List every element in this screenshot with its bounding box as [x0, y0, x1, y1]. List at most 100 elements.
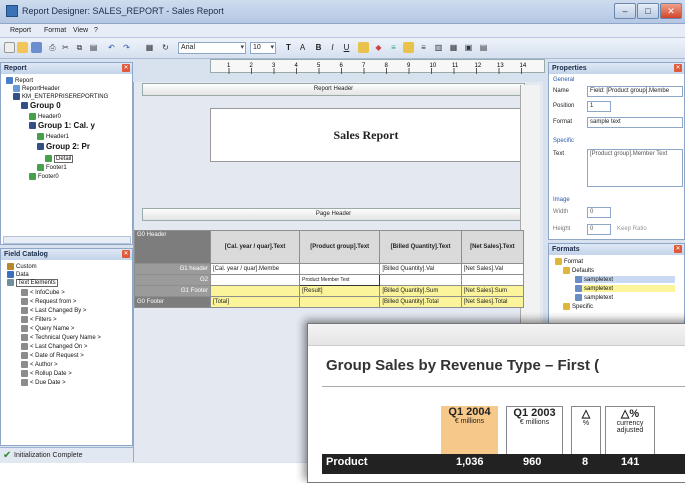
cell-g2-col3[interactable] [379, 274, 462, 286]
fill-color-icon[interactable] [358, 42, 369, 53]
col-header-product-group[interactable]: [Product group].Text [299, 230, 381, 264]
cell-total-empty[interactable] [299, 296, 381, 308]
col-header-billed-quantity[interactable]: [Billed Quantity].Text [379, 230, 462, 264]
field-catalog-close-icon[interactable]: ✕ [122, 250, 130, 258]
tree-item-reportheader[interactable]: ReportHeader [13, 85, 60, 92]
cell-billed-total[interactable]: [Billed Quantity].Total [379, 296, 462, 308]
catalog-item-last-changed-on[interactable]: < Last Changed On > [21, 343, 87, 350]
cell-net-total[interactable]: [Net Sales].Total [460, 296, 525, 308]
tree-item-group0[interactable]: Group 0 [21, 101, 61, 110]
catalog-item-date-of-request[interactable]: < Date of Request > [21, 352, 84, 359]
menu-view[interactable]: View [73, 27, 88, 34]
report-title-field[interactable]: Sales Report [210, 108, 522, 162]
cell-g2-col4[interactable] [460, 274, 525, 286]
copy-icon[interactable]: ⧉ [74, 42, 85, 53]
redo-icon[interactable]: ↷ [121, 42, 132, 53]
tree-item-footer0[interactable]: Footer0 [29, 173, 59, 180]
catalog-item-due-date[interactable]: < Due Date > [21, 379, 66, 386]
formats-close-icon[interactable]: ✕ [674, 245, 682, 253]
formats-item-specific[interactable]: Specific [563, 303, 593, 310]
catalog-item-technical-query-name[interactable]: < Technical Query Name > [21, 334, 101, 341]
catalog-item-filters[interactable]: < Filters > [21, 316, 57, 323]
tree-item-report[interactable]: Report [6, 77, 33, 84]
bold-icon[interactable]: B [313, 42, 324, 53]
cell-g2-col1[interactable] [209, 274, 301, 286]
report-panel-scrollbar[interactable] [3, 236, 131, 244]
chart-icon[interactable]: ▥ [433, 42, 444, 53]
formats-item-sampletext-3[interactable]: sampletext [575, 294, 613, 301]
menu-report[interactable]: Report [10, 27, 31, 34]
open-icon[interactable] [17, 42, 28, 53]
cell-cal-year-member[interactable]: [Cal. year / quar].Membe [209, 263, 301, 275]
format-icon[interactable]: ▤ [478, 42, 489, 53]
cell-net-sum[interactable]: [Net Sales].Sum [460, 285, 525, 297]
border-icon[interactable]: ◆ [373, 42, 384, 53]
save-icon[interactable] [31, 42, 42, 53]
cell-net-val[interactable]: [Net Sales].Val [460, 263, 525, 275]
catalog-item-rollup-date[interactable]: < Rollup Date > [21, 370, 72, 377]
font-combo[interactable]: Arial [178, 42, 246, 54]
minimize-button[interactable]: – [614, 3, 636, 19]
maximize-button[interactable]: □ [637, 3, 659, 19]
cell-product-empty[interactable] [299, 263, 381, 275]
formats-item-defaults[interactable]: Defaults [563, 267, 594, 274]
cell-billed-sum[interactable]: [Billed Quantity].Sum [379, 285, 462, 297]
catalog-item-request-from[interactable]: < Request from > [21, 298, 76, 305]
col-header-net-sales[interactable]: [Net Sales].Text [460, 230, 525, 264]
font-size-combo[interactable]: 10 [250, 42, 276, 54]
italic-icon[interactable]: I [327, 42, 338, 53]
col-header-cal-year[interactable]: [Cal. year / quar].Text [209, 230, 301, 264]
tree-item-footer1[interactable]: Footer1 [37, 164, 67, 171]
height-field[interactable]: 0 [587, 224, 611, 235]
catalog-item-query-name[interactable]: < Query Name > [21, 325, 74, 332]
cell-footer-col1[interactable] [209, 285, 301, 297]
table-icon[interactable]: ▦ [448, 42, 459, 53]
keep-ratio-checkbox[interactable]: Keep Ratio [617, 226, 647, 232]
catalog-item-author[interactable]: < Author > [21, 361, 58, 368]
catalog-item-text-elements[interactable]: Text Elements [7, 279, 58, 288]
close-button[interactable]: ✕ [660, 3, 682, 19]
highlight-icon[interactable] [403, 42, 414, 53]
catalog-item-data[interactable]: Data [7, 271, 29, 278]
print-icon[interactable]: ⎙ [47, 42, 58, 53]
undo-icon[interactable]: ↶ [106, 42, 117, 53]
cut-icon[interactable]: ✂ [60, 42, 71, 53]
properties-close-icon[interactable]: ✕ [674, 64, 682, 72]
formats-item-sampletext-1[interactable]: sampletext [575, 276, 675, 284]
report-header-band[interactable]: Report Header [142, 83, 525, 96]
position-stepper[interactable]: 1 [587, 101, 611, 112]
align-left-icon[interactable]: ≡ [388, 42, 399, 53]
page-header-band[interactable]: Page Header [142, 208, 525, 221]
report-panel-close-icon[interactable]: ✕ [122, 64, 130, 72]
width-field[interactable]: 0 [587, 207, 611, 218]
tree-item-detail[interactable]: Detail [45, 155, 74, 164]
underline-icon[interactable]: U [341, 42, 352, 53]
font-grow-icon[interactable]: T [283, 42, 294, 53]
catalog-item-last-changed-by[interactable]: < Last Changed By > [21, 307, 86, 314]
name-field[interactable]: Field: [Product group].Membe [587, 86, 683, 97]
font-shrink-icon[interactable]: A [297, 42, 308, 53]
cell-result[interactable]: [Result] [299, 285, 381, 297]
menu-format[interactable]: Format [44, 27, 66, 34]
image-icon[interactable]: ▣ [463, 42, 474, 53]
tree-item-group1[interactable]: Group 1: Cal. y [29, 121, 95, 130]
cell-product-member-text[interactable]: Product Member Text [299, 274, 381, 286]
formats-item-format[interactable]: Format [555, 258, 583, 265]
menu-help[interactable]: ? [94, 27, 98, 34]
catalog-item-infocube[interactable]: < InfoCube > [21, 289, 65, 296]
cell-total[interactable]: [Total] [209, 296, 301, 308]
tree-item-query[interactable]: KM_ENTERPRISEREPORTING [13, 93, 108, 100]
grid-icon[interactable]: ▦ [144, 42, 155, 53]
tree-item-group2[interactable]: Group 2: Pr [37, 142, 90, 151]
text-field[interactable]: [Product group].Member Text [587, 149, 683, 187]
format-select[interactable]: sample text [587, 117, 683, 128]
align-center-icon[interactable]: ≡ [418, 42, 429, 53]
catalog-item-custom[interactable]: Custom [7, 263, 37, 270]
new-icon[interactable] [4, 42, 15, 53]
tree-item-header1[interactable]: Header1 [37, 133, 69, 140]
formats-item-sampletext-2[interactable]: sampletext [575, 285, 675, 293]
paste-icon[interactable]: ▤ [88, 42, 99, 53]
cell-billed-val[interactable]: [Billed Quantity].Val [379, 263, 462, 275]
tree-item-header0[interactable]: Header0 [29, 113, 61, 120]
refresh-icon[interactable]: ↻ [160, 42, 171, 53]
